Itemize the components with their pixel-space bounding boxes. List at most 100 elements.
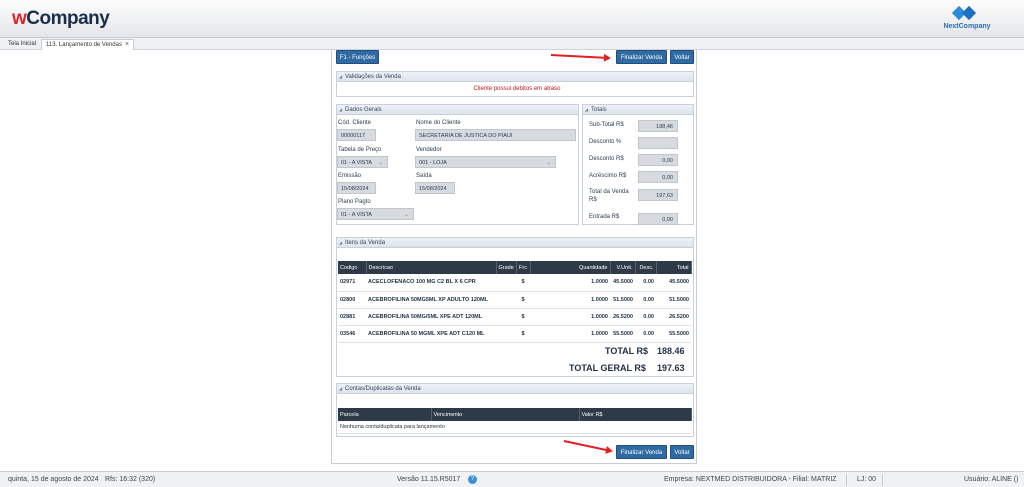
- cell-total: 55.5000: [656, 325, 691, 343]
- cell-disc: 0.00: [635, 325, 656, 343]
- tab-home[interactable]: Tela Inicial: [4, 39, 40, 50]
- tab-sales-entry[interactable]: 113. Lançamento de Vendas ×: [41, 39, 135, 50]
- items-section: Itens da Venda Codigo Descricao Grade Fr…: [336, 237, 694, 377]
- discount-label: Desconto R$: [589, 156, 624, 162]
- divider: [846, 474, 847, 486]
- cell-qty: 1.0000: [530, 291, 610, 309]
- entry-label: Entrada R$: [589, 214, 620, 220]
- red-arrow-annotation-top: [550, 54, 609, 60]
- cell-unit: 55.5000: [610, 325, 635, 343]
- table-row[interactable]: 02881 ACEBROFILINA 50MG/5ML XPE ADT 120ML…: [338, 308, 691, 326]
- accounts-section: Contas/Duplicatas da Venda Parcela Venci…: [336, 383, 694, 437]
- cell-qty: 1.0000: [530, 308, 610, 326]
- info-icon[interactable]: ?: [468, 475, 477, 484]
- client-name-label: Nome do Cliente: [416, 120, 461, 126]
- items-header: Itens da Venda: [337, 238, 693, 248]
- payment-plan-select[interactable]: 01 - A VISTA ⌄: [337, 208, 414, 220]
- entry-field[interactable]: 0,00: [638, 213, 678, 225]
- accounts-table: Parcela Vencimento Valor R$ Nenhuma cont…: [338, 408, 692, 434]
- red-arrow-annotation-bottom: [563, 440, 612, 452]
- total-label: TOTAL R$: [605, 346, 649, 356]
- increase-field[interactable]: 0,00: [638, 171, 678, 183]
- col-frc[interactable]: Frc: [516, 261, 531, 274]
- payment-plan-label: Plano Pagto: [338, 199, 371, 205]
- status-lj: LJ: 00: [857, 476, 877, 483]
- cell-unit: 26.5200: [610, 308, 635, 326]
- cell-total: 45.5000: [656, 274, 691, 292]
- finalize-sale-button-top[interactable]: Finalizar Venda: [616, 50, 667, 64]
- grand-total-label: TOTAL GERAL R$: [569, 363, 646, 373]
- col-due-date[interactable]: Vencimento: [431, 408, 580, 421]
- cell-total: 26.5200: [656, 308, 691, 326]
- seller-label: Vendedor: [416, 147, 442, 153]
- cell-disc: 0.00: [635, 308, 656, 326]
- totals-header: Totais: [583, 105, 693, 115]
- exit-date-label: Saída: [416, 173, 432, 179]
- cell-code: 03546: [338, 325, 366, 343]
- col-value[interactable]: Valor R$: [579, 408, 692, 421]
- validations-header: Validações da Venda: [337, 72, 693, 82]
- table-row[interactable]: 02800 ACEBROFILINA 50MG5ML XP ADULTO 120M…: [338, 291, 691, 309]
- cell-desc: ACEBROFILINA 50MG/5ML XPE ADT 120ML: [366, 308, 496, 326]
- subtotal-field: 188,46: [638, 120, 678, 132]
- cell-total: 51.5000: [656, 291, 691, 309]
- cell-code: 02971: [338, 274, 366, 292]
- price-table-label: Tabela de Preço: [338, 147, 382, 153]
- cell-desc: ACECLOFENACO 100 MG C2 BL X 6 CPR: [366, 274, 496, 292]
- cell-frc: $: [516, 291, 530, 309]
- discount-field[interactable]: 0,00: [638, 154, 678, 166]
- accounts-empty-message: Nenhuma conta/duplicata para lançamento: [338, 421, 691, 434]
- cell-disc: 0.00: [635, 291, 656, 309]
- client-code-field[interactable]: 00000117: [337, 129, 376, 141]
- cell-qty: 1.0000: [530, 325, 610, 343]
- totals-section: Totais Sub-Total R$ 188,46 Desconto % De…: [582, 104, 694, 225]
- issue-date-label: Emissão: [338, 173, 362, 179]
- cell-unit: 45.5000: [610, 274, 635, 292]
- table-row[interactable]: 02971 ACECLOFENACO 100 MG C2 BL X 6 CPR $1…: [338, 274, 691, 292]
- back-button-top[interactable]: Voltar: [670, 50, 694, 64]
- total-sale-currency-label: R$: [589, 197, 597, 203]
- discount-pct-label: Desconto %: [589, 139, 622, 145]
- cell-frc: $: [516, 308, 530, 326]
- price-table-select[interactable]: 01 - A VISTA ⌄: [337, 156, 388, 168]
- cell-qty: 1.0000: [530, 274, 610, 292]
- issue-date-field[interactable]: 15/08/2024: [337, 182, 376, 194]
- chevron-down-icon: ⌄: [545, 160, 551, 166]
- top-bar: wCompany NextCompany: [0, 0, 1024, 38]
- items-table: Codigo Descricao Grade Frc Quantidade V.…: [338, 261, 692, 343]
- back-button-bottom[interactable]: Voltar: [670, 445, 694, 459]
- col-discount[interactable]: Desc.: [635, 261, 657, 274]
- col-description[interactable]: Descricao: [366, 261, 497, 274]
- client-code-label: Cód. Cliente: [338, 120, 372, 126]
- tab-bar: Tela Inicial 113. Lançamento de Vendas ×: [0, 38, 1024, 50]
- col-total[interactable]: Total: [656, 261, 692, 274]
- table-row[interactable]: 03546 ACEBROFILINA 50 MGML XPE ADT C120 M…: [338, 325, 691, 343]
- subtotal-label: Sub-Total R$: [589, 122, 624, 128]
- col-grade[interactable]: Grade: [496, 261, 517, 274]
- accounts-header: Contas/Duplicatas da Venda: [337, 384, 693, 394]
- col-unit-price[interactable]: V.Unit.: [610, 261, 636, 274]
- col-code[interactable]: Codigo: [338, 261, 367, 274]
- chevron-down-icon: ⌄: [403, 212, 409, 218]
- debt-alert-message: Cliente possui debitos em atraso: [473, 86, 561, 92]
- cell-code: 02800: [338, 291, 366, 309]
- cell-unit: 51.5000: [610, 291, 635, 309]
- items-table-header: Codigo Descricao Grade Frc Quantidade V.…: [338, 261, 692, 274]
- col-quantity[interactable]: Quantidade: [530, 261, 611, 274]
- client-name-field[interactable]: SECRETARIA DE JUSTICA DO PIAUI: [415, 129, 576, 141]
- finalize-sale-button-bottom[interactable]: Finalizar Venda: [616, 445, 667, 459]
- cell-desc: ACEBROFILINA 50 MGML XPE ADT C120 ML: [366, 325, 496, 343]
- seller-select[interactable]: 001 - LOJA ⌄: [415, 156, 556, 168]
- discount-pct-field[interactable]: [638, 137, 678, 149]
- col-installment[interactable]: Parcela: [338, 408, 432, 421]
- cell-frc: $: [516, 274, 530, 292]
- diamond-icon: [940, 5, 994, 23]
- increase-label: Acréscimo R$: [589, 173, 627, 179]
- nextcompany-logo: NextCompany: [940, 5, 994, 34]
- total-sale-field: 197,63: [638, 189, 678, 201]
- functions-button[interactable]: F1 - Funções: [336, 50, 379, 64]
- cell-grade: [496, 291, 516, 309]
- close-icon[interactable]: ×: [125, 41, 129, 48]
- cell-grade: [496, 325, 516, 343]
- exit-date-field[interactable]: 15/08/2024: [415, 182, 455, 194]
